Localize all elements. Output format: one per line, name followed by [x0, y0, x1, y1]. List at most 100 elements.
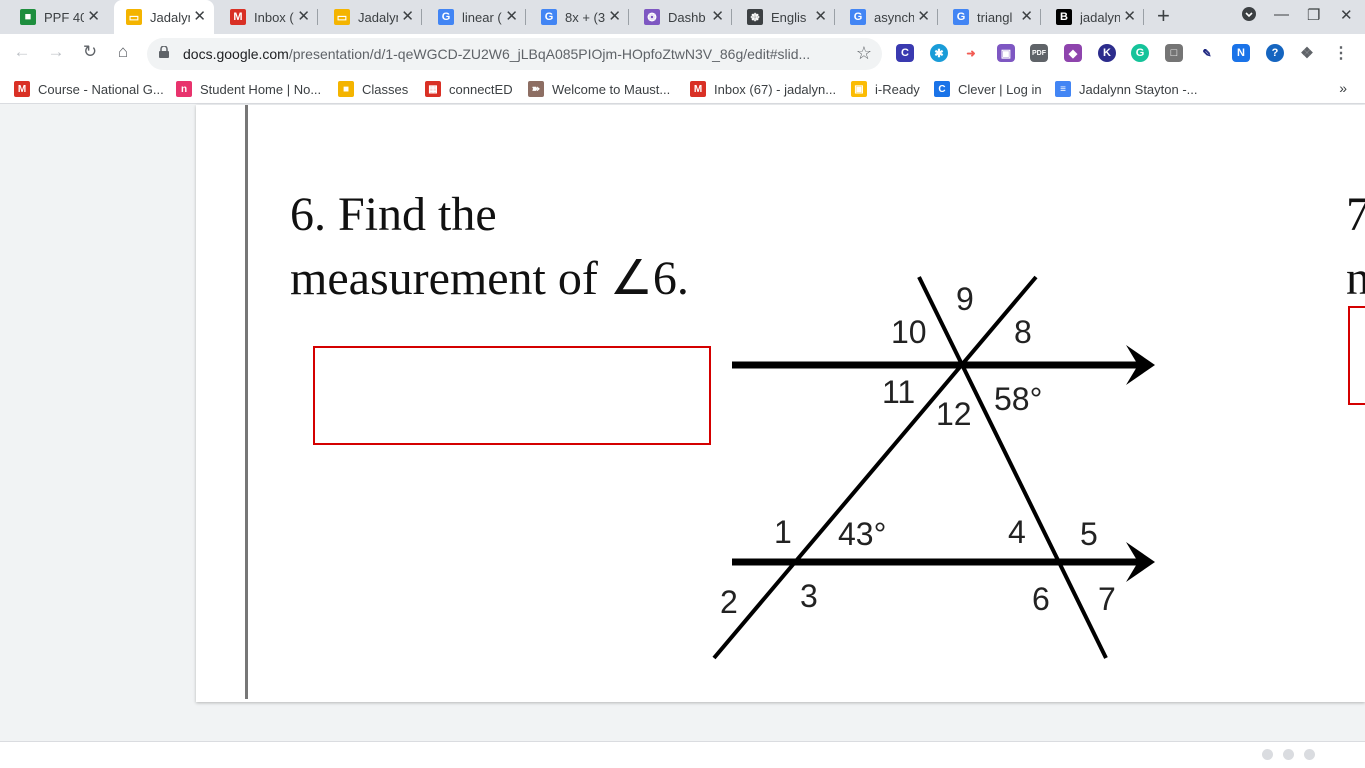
extension-shield-icon[interactable]: ◆ [1064, 44, 1082, 62]
school-icon: ➽ [528, 81, 544, 97]
bookmark-label: Inbox (67) - jadalyn... [714, 81, 837, 97]
bookmark-label: Clever | Log in [958, 81, 1042, 97]
speaker-notes-bar[interactable] [0, 741, 1365, 768]
browser-tab[interactable]: ■ PPF 40 ✕ [8, 0, 108, 34]
tab-close-icon[interactable]: ✕ [193, 9, 206, 25]
tab-close-icon[interactable]: ✕ [1123, 9, 1136, 25]
address-bar[interactable]: docs.google.com/presentation/d/1-qeWGCD-… [147, 38, 882, 70]
grammarly-icon[interactable]: G [1131, 44, 1149, 62]
browser-tab[interactable]: ▭ Jadalyn✕ [114, 0, 214, 34]
reload-button[interactable]: ↻ [78, 42, 102, 62]
browser-tab[interactable]: M Inbox (✕ [218, 0, 318, 34]
extension-square-icon[interactable]: □ [1165, 44, 1183, 62]
tab-close-icon[interactable]: ✕ [505, 9, 518, 25]
tab-title: Inbox ( [254, 9, 294, 25]
extensions-puzzle-icon[interactable]: ❖ [1298, 44, 1316, 62]
browser-tab[interactable]: Gtriangl ✕ [941, 0, 1041, 34]
browser-tab[interactable]: Bjadalyn ✕ [1044, 0, 1144, 34]
bookmark-item[interactable]: ▣ i-Ready [851, 81, 920, 97]
tab-separator [937, 9, 938, 25]
extension-pinwheel-icon[interactable]: ✱ [930, 44, 948, 62]
bookmark-item[interactable]: ➽ Welcome to Maust... [528, 81, 670, 97]
right-transversal [917, 276, 1108, 659]
tab-separator [731, 9, 732, 25]
clever-icon: C [934, 81, 950, 97]
bookmark-item[interactable]: ≡ Jadalynn Stayton -... [1055, 81, 1198, 97]
angle-label-3: 3 [800, 578, 818, 614]
gmail-icon: M [690, 81, 706, 97]
extension-ok-icon[interactable]: ? [1266, 44, 1284, 62]
tab-close-icon[interactable]: ✕ [814, 9, 827, 25]
bookmarks-overflow-button[interactable]: » [1339, 80, 1347, 96]
extension-arrow-icon[interactable]: ➜ [962, 44, 980, 62]
tab-close-icon[interactable]: ✕ [711, 9, 724, 25]
gmail-icon: M [230, 9, 246, 25]
question-text: 6. Find the measurement of ∠6. [290, 183, 689, 311]
google-icon: G [953, 9, 969, 25]
tab-title: linear ( [462, 9, 502, 25]
tab-close-icon[interactable]: ✕ [401, 9, 414, 25]
tab-close-icon[interactable]: ✕ [1020, 9, 1033, 25]
classroom-icon: ■ [338, 81, 354, 97]
bookmark-label: Jadalynn Stayton -... [1079, 81, 1198, 97]
extension-puzzle-tw-icon[interactable]: ▣ [997, 44, 1015, 62]
browser-tab[interactable]: ▭ Jadalyn✕ [322, 0, 422, 34]
new-tab-button[interactable]: + [1157, 5, 1170, 27]
bookmark-star-icon[interactable]: ☆ [856, 43, 872, 64]
browser-menu-icon[interactable]: ⋮ [1332, 44, 1350, 62]
tab-close-icon[interactable]: ✕ [87, 9, 100, 25]
restore-button[interactable]: ❐ [1307, 6, 1320, 24]
bookmark-item[interactable]: C Clever | Log in [934, 81, 1042, 97]
tab-title: Jadalyn [150, 9, 190, 25]
extension-n-icon[interactable]: N [1232, 44, 1250, 62]
bookmark-item[interactable]: ■ Classes [338, 81, 408, 97]
parallel-lines-diagram: 9 10 8 11 12 58° 1 43° 4 5 2 3 6 7 [712, 275, 1155, 660]
angle-label-8: 8 [1014, 314, 1032, 350]
browser-tab[interactable]: ☸ Englis ✕ [735, 0, 835, 34]
tab-close-icon[interactable]: ✕ [297, 9, 310, 25]
tab-strip: ■PPF 40✕▭Jadalyn✕MInbox (✕▭Jadalyn✕Gline… [0, 0, 1365, 34]
bookmarks-bar: M Course - National G... n Student Home | N… [0, 74, 1365, 104]
answer-text-box[interactable] [313, 346, 711, 445]
lightbulb-icon: ❂ [644, 9, 660, 25]
browser-tab[interactable]: Glinear (✕ [426, 0, 526, 34]
brainly-icon: B [1056, 9, 1072, 25]
tab-separator [421, 9, 422, 25]
tab-separator [1143, 9, 1144, 25]
tab-separator [317, 9, 318, 25]
tab-title: jadalyn [1080, 9, 1120, 25]
bookmark-label: i-Ready [875, 81, 920, 97]
bookmark-item[interactable]: ▦ connectED [425, 81, 513, 97]
browser-tab[interactable]: ❂ Dashb ✕ [632, 0, 732, 34]
extension-c-icon[interactable]: C [896, 44, 914, 62]
left-transversal [712, 275, 1038, 660]
angle-label-7: 7 [1098, 581, 1116, 617]
next-question-line-1: 7 [1346, 188, 1365, 241]
resize-handle[interactable] [1262, 749, 1315, 760]
next-answer-text-box[interactable] [1348, 306, 1365, 405]
tab-close-icon[interactable]: ✕ [917, 9, 930, 25]
iready-icon: ▣ [851, 81, 867, 97]
browser-tab[interactable]: G 8x + (3 ✕ [529, 0, 629, 34]
extension-k-icon[interactable]: K [1098, 44, 1116, 62]
tab-search-icon[interactable] [1241, 6, 1257, 26]
tab-title: 8x + (3 [565, 9, 605, 25]
home-button[interactable]: ⌂ [111, 42, 135, 62]
back-button[interactable]: ← [10, 42, 34, 62]
browser-tab[interactable]: Gasynch ✕ [838, 0, 938, 34]
bookmark-label: Classes [362, 81, 409, 97]
bookmark-item[interactable]: M Inbox (67) - jadalyn... [690, 81, 836, 97]
tab-close-icon[interactable]: ✕ [608, 9, 621, 25]
minimize-button[interactable]: — [1274, 6, 1289, 23]
bookmark-item[interactable]: n Student Home | No... [176, 81, 321, 97]
slide-canvas-area: 6. Find the measurement of ∠6. 7 n 9 10 … [0, 105, 1365, 768]
close-window-button[interactable]: ✕ [1340, 6, 1353, 24]
url-text: docs.google.com/presentation/d/1-qeWGCD-… [183, 46, 810, 62]
forward-button[interactable]: → [44, 42, 68, 62]
angle-label-9: 9 [956, 281, 974, 317]
angle-label-1: 1 [774, 514, 792, 550]
bookmark-label: connectED [449, 81, 513, 97]
bookmark-item[interactable]: M Course - National G... [14, 81, 164, 97]
extension-pdf-icon[interactable]: PDF [1030, 44, 1048, 62]
extension-pen-icon[interactable]: ✎ [1198, 44, 1216, 62]
